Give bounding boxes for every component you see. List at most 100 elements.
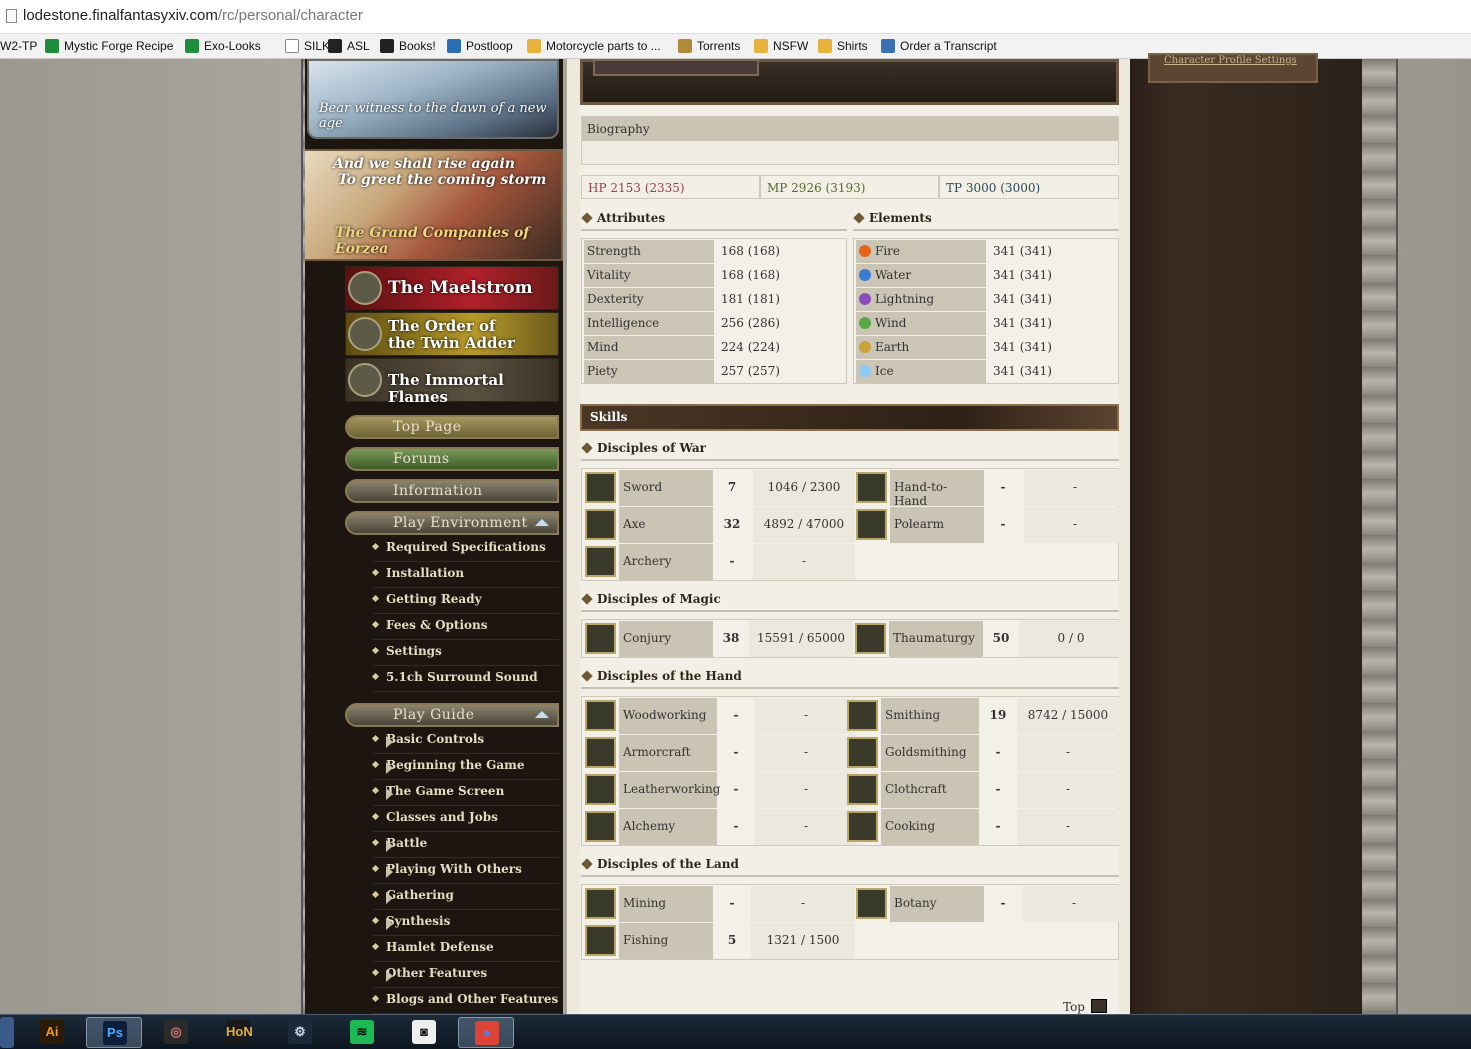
bookmark-item[interactable]: Books! [380,38,436,55]
company-twin-adder[interactable]: The Order of the Twin Adder [345,312,559,356]
url-text[interactable]: lodestone.finalfantasyxiv.com/rc/persona… [23,7,363,24]
sidebar-item-env[interactable]: Getting Ready [371,588,559,614]
sidebar-item-guide[interactable]: The Game Screen [371,780,559,806]
sidebar-item-guide[interactable]: Other Features [371,962,559,988]
skill-exp: 1046 / 2300 [753,470,855,506]
company-maelstrom[interactable]: The Maelstrom [345,266,559,310]
skills-header: Skills [580,404,1119,431]
skill-name: Armorcraft [619,735,717,771]
photoshop-icon: Ps [103,1021,127,1045]
sidebar-item-guide[interactable]: Blogs and Other Features [371,988,559,1014]
skill-level: - [995,819,1001,833]
bookmark-item[interactable]: Torrents [678,38,740,55]
doc-icon [285,39,299,53]
sidebar-item-guide[interactable]: Beginning the Game [371,754,559,780]
biography-box: Biography [581,116,1119,165]
postloop-icon [447,39,461,53]
tab-play-environment[interactable]: Play Environment [345,511,559,535]
skill-level: - [733,819,739,833]
address-bar[interactable]: lodestone.finalfantasyxiv.com/rc/persona… [0,0,1471,34]
sidebar-item-env[interactable]: Required Specifications [371,536,559,562]
bookmark-item[interactable]: W2-TP [0,38,37,55]
bullet-icon [371,760,380,769]
skill-exp: - [1017,772,1119,808]
element-name: Earth [856,336,986,359]
biography-label: Biography [582,117,1118,141]
chevron-right-icon [386,866,393,878]
sidebar-item-guide[interactable]: Hamlet Defense [371,936,559,962]
sheet-icon [185,39,199,53]
taskbar-app[interactable]: ≋ [334,1017,390,1048]
bookmark-item[interactable]: Exo-Looks [185,38,261,55]
bullet-icon [371,994,380,1003]
back-to-top-link[interactable]: Top [1063,999,1107,1014]
skill-name: Polearm [890,507,984,543]
sidebar-item-guide[interactable]: Basic Controls [371,728,559,754]
attribute-row: Vitality 168 (168) [582,264,844,288]
taskbar-app[interactable]: ◎ [148,1017,204,1048]
spotify-icon: ≋ [350,1020,374,1044]
bullet-icon [371,734,380,743]
start-button[interactable] [0,1017,14,1048]
bookmark-label: ASL [347,39,370,53]
skill-exp: 0 / 0 [1019,621,1123,657]
bullet-icon [371,864,380,873]
element-row: Fire 341 (341) [854,240,1116,264]
skill-name: Alchemy [619,809,717,845]
promo-banner-new-age[interactable]: Bear witness to the dawn of a new age [307,59,559,139]
attribute-row: Dexterity 181 (181) [582,288,844,312]
bookmark-item[interactable]: Mystic Forge Recipe [45,38,173,55]
profile-settings-link[interactable]: Character Profile Settings [1164,55,1297,66]
skill-cell: Cooking - - [845,809,1119,846]
sidebar-item-label: Settings [386,644,442,658]
up-arrow-icon [1090,999,1107,1013]
ffxiv-icon: ◎ [164,1020,188,1044]
magic-heading: Disciples of Magic [581,592,1119,612]
profile-settings-panel: Character Profile Settings [1148,53,1318,83]
sidebar-item-env[interactable]: Installation [371,562,559,588]
sidebar-item-env[interactable]: 5.1ch Surround Sound [371,666,559,692]
tab-top-page[interactable]: Top Page [345,415,559,439]
bookmark-item[interactable]: Order a Transcript [881,38,997,55]
right-column: Character Profile Settings [1130,53,1362,1014]
illustrator-icon: Ai [40,1020,64,1044]
sidebar-item-label: Basic Controls [386,732,485,746]
skill-level: 38 [722,631,740,645]
taskbar-app[interactable]: Ps [86,1017,142,1048]
sidebar-item-env[interactable]: Fees & Options [371,614,559,640]
taskbar-app[interactable]: ◙ [396,1017,452,1048]
bookmark-item[interactable]: NSFW [754,38,808,55]
mp-stat: MP 2926 (3193) [760,175,939,199]
sidebar-item-guide[interactable]: Playing With Others [371,858,559,884]
sidebar-item-label: 5.1ch Surround Sound [386,670,538,684]
chevron-right-icon [386,762,393,774]
company-immortal-flames[interactable]: The Immortal Flames [345,358,559,406]
grand-companies-banner[interactable]: And we shall rise again To greet the com… [301,149,563,261]
taskbar-app[interactable]: ● [458,1017,514,1048]
skill-name: Botany [890,886,984,922]
taskbar-app[interactable]: HoN [210,1017,266,1048]
bookmark-item[interactable]: ASL [328,38,370,55]
bookmark-item[interactable]: Motorcycle parts to ... [527,38,661,55]
bookmark-item[interactable]: Shirts [818,38,868,55]
sidebar-item-guide[interactable]: Gathering [371,884,559,910]
twin-adder-emblem-icon [348,317,382,351]
sidebar-item-env[interactable]: Settings [371,640,559,666]
tab-forums[interactable]: Forums [345,447,559,471]
tab-play-guide[interactable]: Play Guide [345,703,559,727]
taskbar-app[interactable]: Ai [24,1017,80,1048]
folder-icon [818,39,832,53]
lightning-icon [859,293,871,305]
banner-caption: Bear witness to the dawn of a new age [319,101,547,131]
bookmark-item[interactable]: Postloop [447,38,513,55]
sidebar-item-guide[interactable]: Synthesis [371,910,559,936]
immortal-flames-emblem-icon [348,363,382,397]
sidebar-item-label: Getting Ready [386,592,482,606]
tab-information[interactable]: Information [345,479,559,503]
sheet-icon [45,39,59,53]
sidebar-item-guide[interactable]: Classes and Jobs [371,806,559,832]
bookmark-item[interactable]: SILK [285,38,330,55]
sidebar-item-guide[interactable]: Battle [371,832,559,858]
bookmark-label: Postloop [466,39,513,53]
taskbar-app[interactable]: ⚙ [272,1017,328,1048]
